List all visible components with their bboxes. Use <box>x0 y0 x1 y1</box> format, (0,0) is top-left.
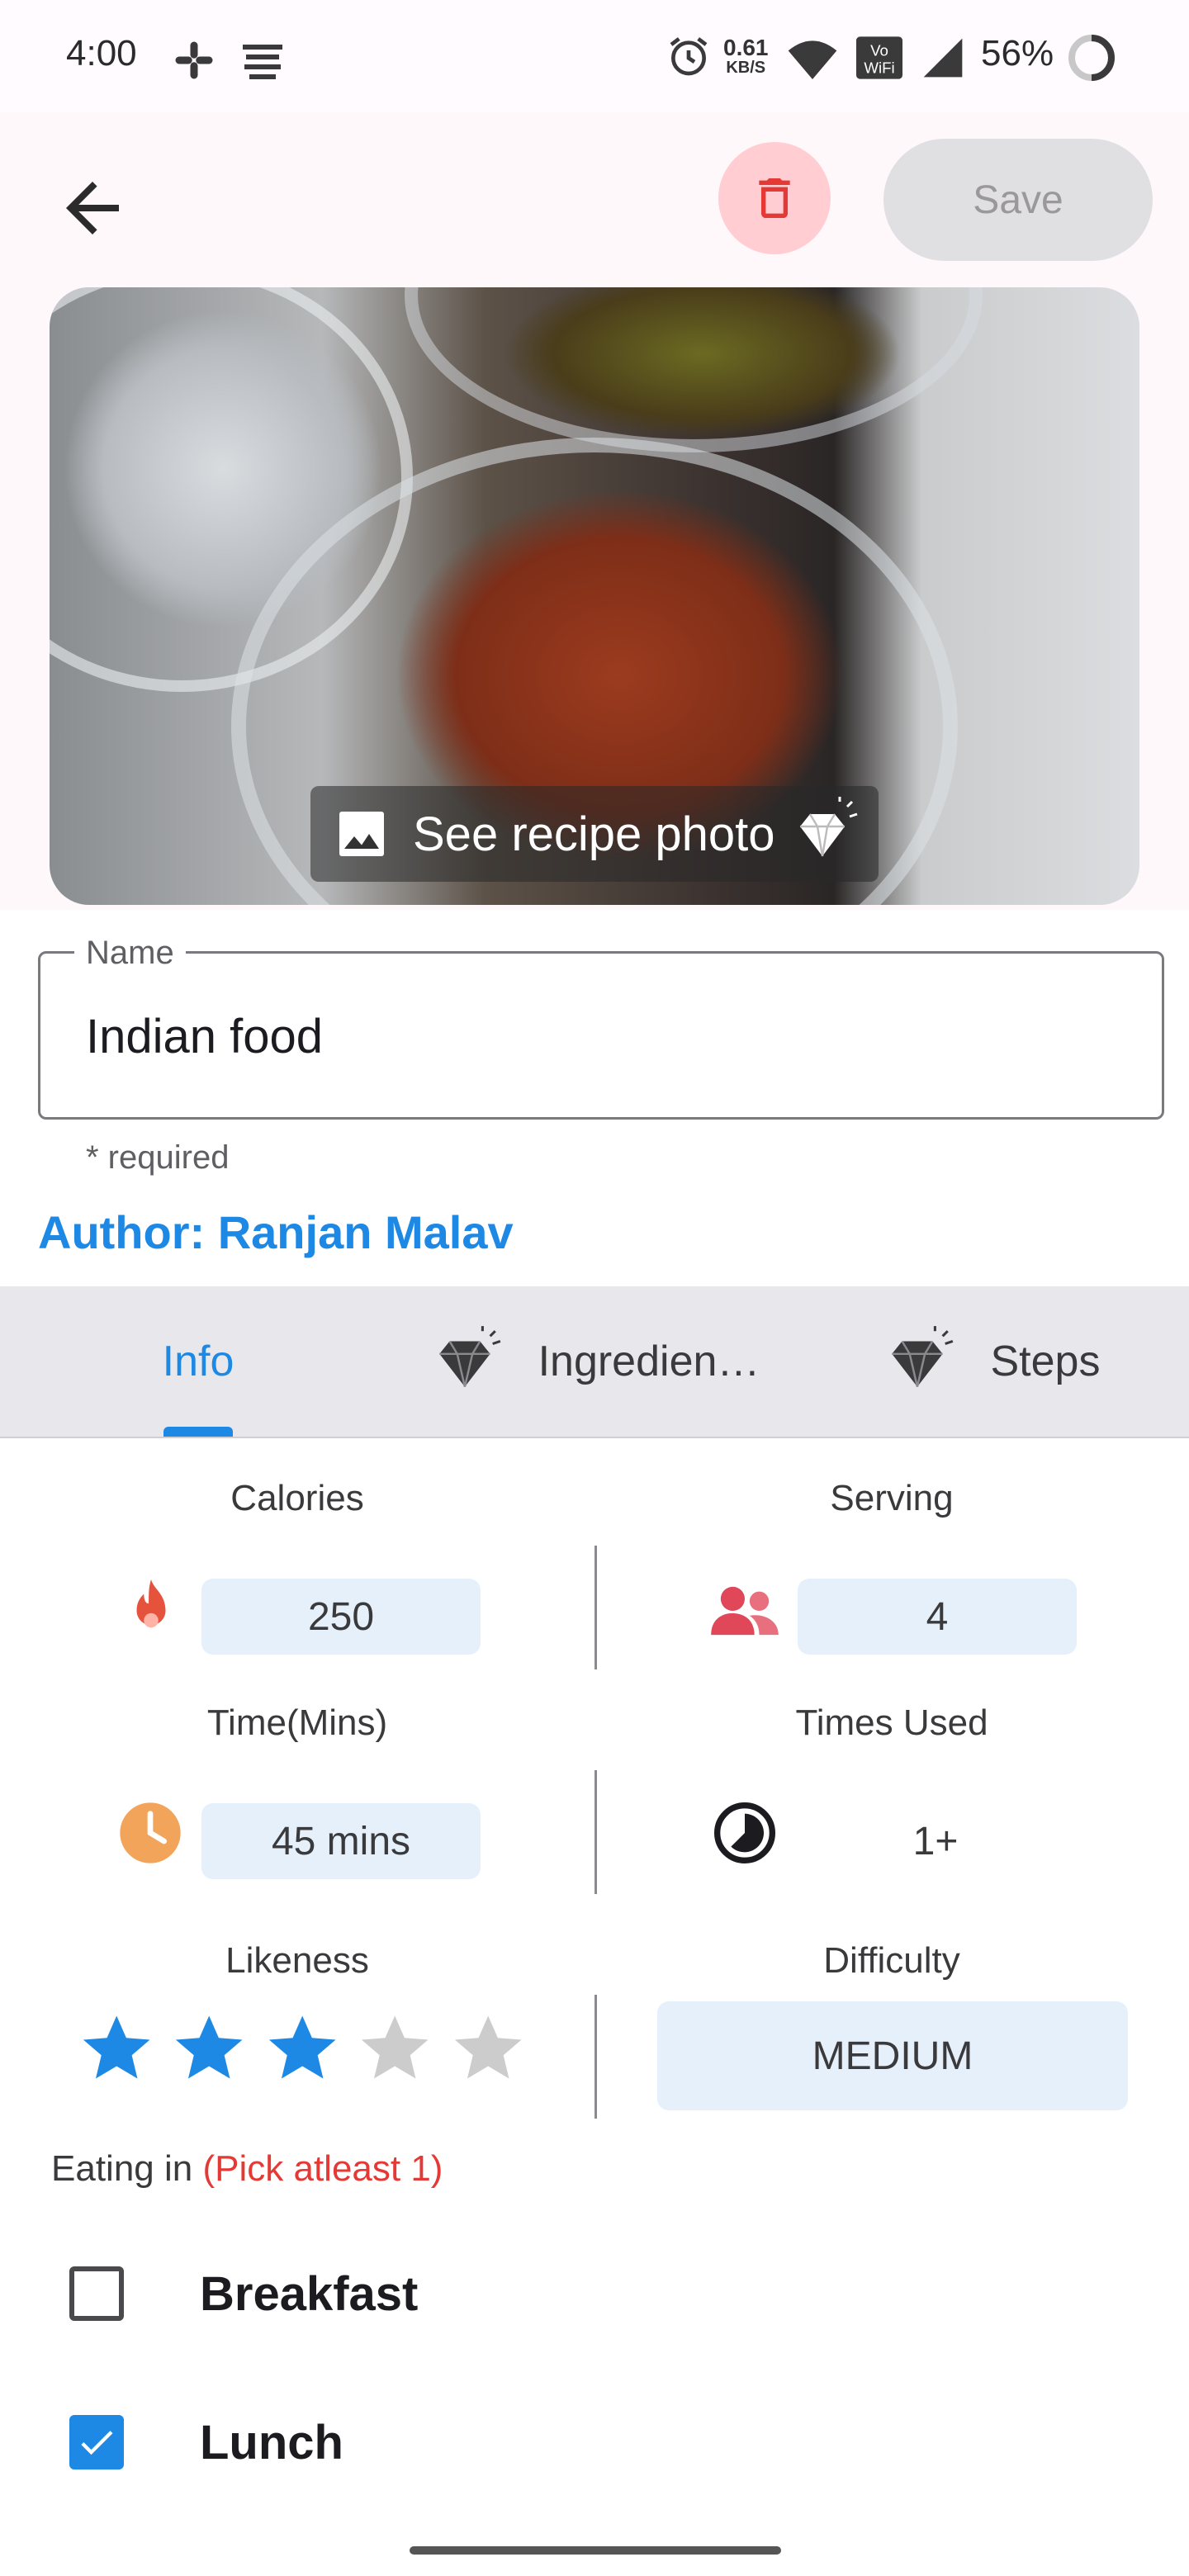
wifi-icon <box>788 40 837 79</box>
star-icon[interactable] <box>358 2001 432 2095</box>
alarm-icon <box>670 37 708 76</box>
progress-circle-icon <box>714 1802 775 1863</box>
diamond-icon <box>438 1326 500 1387</box>
divider <box>594 1995 597 2119</box>
divider <box>594 1546 597 1669</box>
svg-text:Vo: Vo <box>870 42 888 59</box>
status-time: 4:00 <box>66 33 137 73</box>
diamond-icon <box>891 1326 953 1387</box>
home-indicator[interactable] <box>410 2546 781 2555</box>
eating-in-label: Eating in (Pick atleast 1) <box>51 2148 443 2189</box>
name-field-value[interactable]: Indian food <box>86 1009 323 1064</box>
see-recipe-photo-button[interactable]: See recipe photo <box>310 786 879 882</box>
difficulty-label: Difficulty <box>823 1940 960 1981</box>
tab-info[interactable]: Info <box>0 1286 396 1437</box>
battery-icon <box>1068 35 1115 81</box>
time-label: Time(Mins) <box>206 1702 388 1743</box>
likeness-rating[interactable] <box>79 2001 525 2100</box>
eating-in-hint: (Pick atleast 1) <box>202 2148 443 2189</box>
save-button[interactable]: Save <box>883 139 1153 261</box>
star-icon[interactable] <box>451 2001 525 2095</box>
times-used-value: 1+ <box>912 1819 959 1863</box>
tab-ingredients[interactable]: Ingredien… <box>396 1286 793 1437</box>
check-icon <box>81 2431 113 2455</box>
name-field-label: Name <box>74 935 186 972</box>
lunch-checkbox[interactable] <box>69 2415 124 2469</box>
photo-bowl-top <box>405 287 983 452</box>
lunch-checkbox-row[interactable]: Lunch <box>69 2409 1143 2475</box>
likeness-label: Likeness <box>225 1940 369 1981</box>
diamond-icon <box>799 797 858 857</box>
trash-icon <box>759 178 790 218</box>
fire-icon <box>136 1579 166 1628</box>
author-link[interactable]: Author: Ranjan Malav <box>38 1205 514 1259</box>
tab-ingredients-label: Ingredien… <box>538 1338 760 1385</box>
net-speed: 0.61 KB/S <box>723 35 769 77</box>
back-button[interactable] <box>46 162 139 254</box>
breakfast-label: Breakfast <box>200 2266 419 2321</box>
delete-button[interactable] <box>718 142 831 254</box>
tab-steps[interactable]: Steps <box>793 1286 1189 1437</box>
arrow-back-icon <box>66 182 119 234</box>
slack-icon <box>175 41 213 79</box>
people-icon <box>711 1586 779 1636</box>
signal-icon <box>923 38 963 78</box>
see-recipe-photo-label: See recipe photo <box>413 807 775 861</box>
serving-label: Serving <box>830 1478 954 1518</box>
time-value[interactable]: 45 mins <box>201 1803 481 1879</box>
divider <box>594 1770 597 1894</box>
breakfast-checkbox[interactable] <box>69 2266 124 2321</box>
svg-text:WiFi: WiFi <box>864 59 894 77</box>
serving-value[interactable]: 4 <box>798 1579 1077 1655</box>
lunch-label: Lunch <box>200 2415 343 2469</box>
battery-percent: 56% <box>981 33 1054 73</box>
vowifi-icon: VoWiFi <box>856 36 902 79</box>
calories-value[interactable]: 250 <box>201 1579 481 1655</box>
name-helper-text: * required <box>86 1139 230 1176</box>
star-icon[interactable] <box>79 2001 154 2095</box>
times-used-label: Times Used <box>795 1702 988 1743</box>
calories-label: Calories <box>230 1478 364 1518</box>
tab-info-label: Info <box>162 1338 234 1385</box>
tab-indicator <box>163 1427 233 1437</box>
news-app-icon <box>243 45 282 79</box>
image-icon <box>339 812 384 856</box>
breakfast-checkbox-row[interactable]: Breakfast <box>69 2261 1143 2327</box>
clock-icon <box>120 1802 181 1863</box>
star-icon[interactable] <box>172 2001 246 2095</box>
star-icon[interactable] <box>265 2001 339 2095</box>
tab-steps-label: Steps <box>990 1338 1101 1385</box>
difficulty-value[interactable]: MEDIUM <box>657 2001 1128 2110</box>
